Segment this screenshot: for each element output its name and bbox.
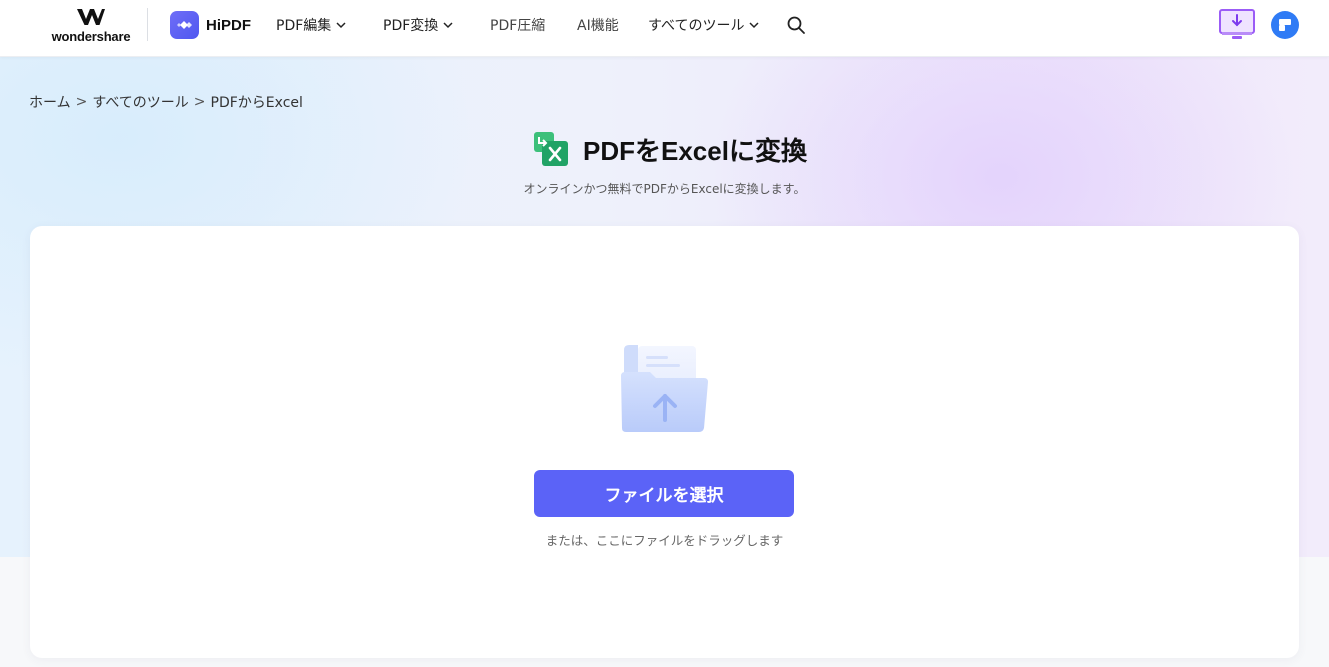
select-file-button[interactable]: ファイルを選択 (534, 470, 794, 517)
download-desktop-icon[interactable] (1218, 8, 1256, 41)
user-avatar-icon[interactable] (1271, 11, 1299, 39)
nav-all-tools-label: すべてのツール (648, 18, 745, 34)
wondershare-wordmark: wondershare (51, 29, 131, 44)
header-divider (147, 8, 148, 41)
breadcrumb-separator: > (193, 94, 206, 110)
nav-pdf-edit-label: PDF編集 (276, 18, 332, 34)
chevron-down-icon (443, 22, 453, 29)
chevron-down-icon (336, 22, 346, 29)
hipdf-icon (170, 11, 199, 39)
nav-pdf-convert-label: PDF変換 (383, 18, 439, 34)
search-icon[interactable] (786, 15, 806, 35)
nav-pdf-edit[interactable]: PDF編集 (276, 14, 347, 36)
nav-pdf-compress-label: PDF圧縮 (490, 18, 546, 34)
page-subtitle: オンラインかつ無料でPDFからExcelに変換します。 (523, 182, 806, 196)
chevron-down-icon (749, 22, 759, 29)
wondershare-logo-icon (77, 9, 105, 25)
upload-drop-zone[interactable]: ファイルを選択 または、ここにファイルをドラッグします (30, 226, 1299, 658)
drag-drop-hint: または、ここにファイルをドラッグします (545, 533, 784, 548)
breadcrumb-home[interactable]: ホーム (29, 92, 71, 112)
page-title: PDFをExcelに変換 (583, 135, 807, 166)
breadcrumb: ホーム > すべてのツール > PDFからExcel (29, 93, 303, 111)
nav-pdf-compress[interactable]: PDF圧縮 (490, 14, 545, 36)
page-title-row: PDFをExcelに変換 (533, 131, 807, 167)
wondershare-logo[interactable]: wondershare (48, 8, 134, 48)
hipdf-logo[interactable]: HiPDF (170, 11, 251, 39)
breadcrumb-current: PDFからExcel (210, 95, 303, 111)
folder-upload-icon (621, 345, 708, 432)
hipdf-wordmark: HiPDF (206, 16, 251, 34)
breadcrumb-all-tools[interactable]: すべてのツール (92, 92, 188, 112)
nav-all-tools[interactable]: すべてのツール (648, 14, 760, 36)
breadcrumb-separator: > (75, 94, 88, 110)
top-header: wondershare HiPDF PDF編集 PDF変換 PDF圧縮 AI機能… (0, 0, 1329, 57)
nav-ai-features-label: AI機能 (577, 18, 619, 34)
pdf-to-excel-icon (534, 132, 568, 166)
nav-pdf-convert[interactable]: PDF変換 (383, 14, 454, 36)
nav-ai-features[interactable]: AI機能 (577, 14, 619, 36)
